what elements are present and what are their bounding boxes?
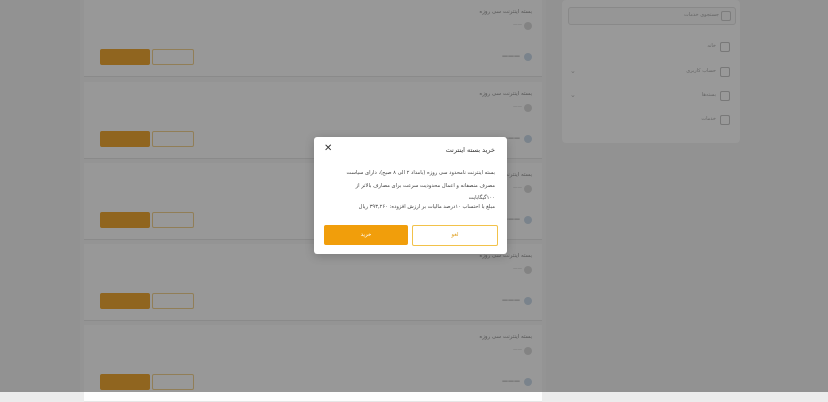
description-line: ۱۰۰گیگابایت (468, 195, 495, 201)
dialog-title: خرید بسته اینترنت (445, 146, 495, 154)
cancel-button[interactable]: لغو (412, 225, 498, 246)
buy-button[interactable]: خرید (324, 225, 408, 245)
purchase-dialog: خرید بسته اینترنت ✕ بسته اینترنت نامحدود… (314, 137, 507, 254)
description-line: مصرف منصفانه و اعمال محدودیت سرعت برای م… (355, 182, 495, 189)
dialog-price-text: مبلغ با احتساب ۱۰درصد مالیات بر ارزش افز… (358, 204, 495, 210)
dialog-description: بسته اینترنت نامحدود سی روزه (بامداد ۲ ا… (326, 167, 495, 205)
close-icon[interactable]: ✕ (324, 144, 332, 154)
description-line: بسته اینترنت نامحدود سی روزه (بامداد ۲ ا… (346, 170, 495, 176)
